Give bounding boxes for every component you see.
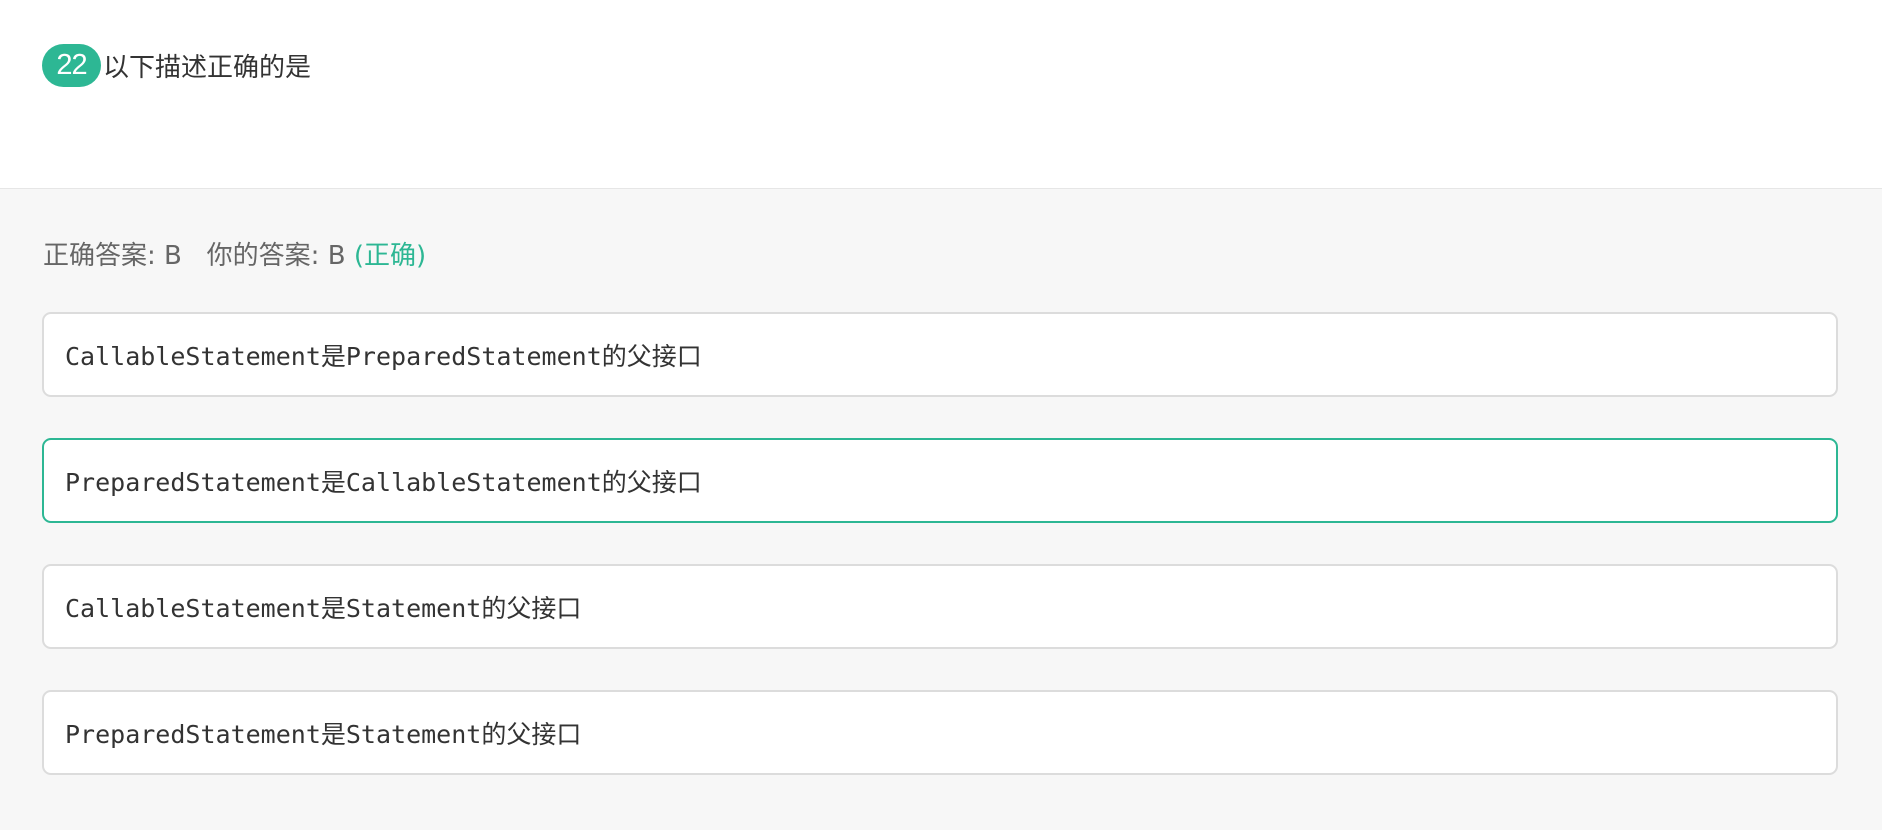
question-area: 22 以下描述正确的是	[0, 0, 1882, 189]
answer-area: 正确答案: B 你的答案: B (正确) CallableStatement是P…	[0, 189, 1882, 830]
option-b[interactable]: PreparedStatement是CallableStatement的父接口	[42, 438, 1838, 523]
option-a[interactable]: CallableStatement是PreparedStatement的父接口	[42, 312, 1838, 397]
question-number-badge: 22	[42, 44, 101, 87]
option-text: CallableStatement是Statement的父接口	[65, 593, 582, 623]
option-d[interactable]: PreparedStatement是Statement的父接口	[42, 690, 1838, 775]
your-answer-label: 你的答案:	[206, 241, 320, 271]
your-answer-value: B	[327, 241, 346, 271]
correct-answer-label: 正确答案:	[43, 241, 156, 271]
question-header: 22 以下描述正确的是	[42, 44, 311, 87]
question-text: 以下描述正确的是	[103, 53, 312, 83]
option-text: PreparedStatement是CallableStatement的父接口	[65, 467, 702, 497]
answer-result-line: 正确答案: B 你的答案: B (正确)	[43, 235, 426, 272]
answer-status: (正确)	[353, 241, 427, 271]
correct-answer-value: B	[164, 241, 182, 271]
option-text: CallableStatement是PreparedStatement的父接口	[65, 341, 702, 371]
option-c[interactable]: CallableStatement是Statement的父接口	[42, 564, 1838, 649]
option-text: PreparedStatement是Statement的父接口	[65, 719, 582, 749]
